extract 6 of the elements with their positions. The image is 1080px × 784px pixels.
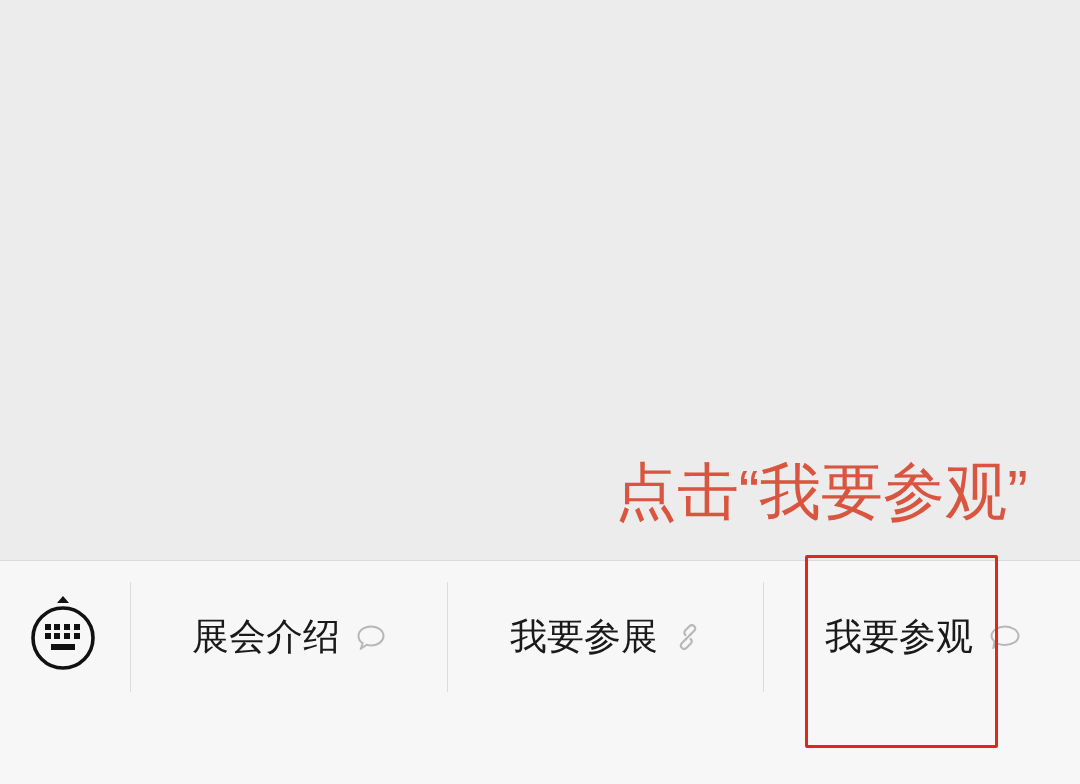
menu-item[interactable]: 我要参观: [824, 613, 1020, 661]
annotation-text: 点击“我要参观”: [614, 456, 1028, 528]
menu-item[interactable]: 展会介绍: [192, 613, 386, 661]
keyboard-icon[interactable]: [29, 594, 97, 673]
menu-item[interactable]: 我要参展: [510, 613, 701, 661]
speech-bubble-icon: [357, 624, 386, 650]
